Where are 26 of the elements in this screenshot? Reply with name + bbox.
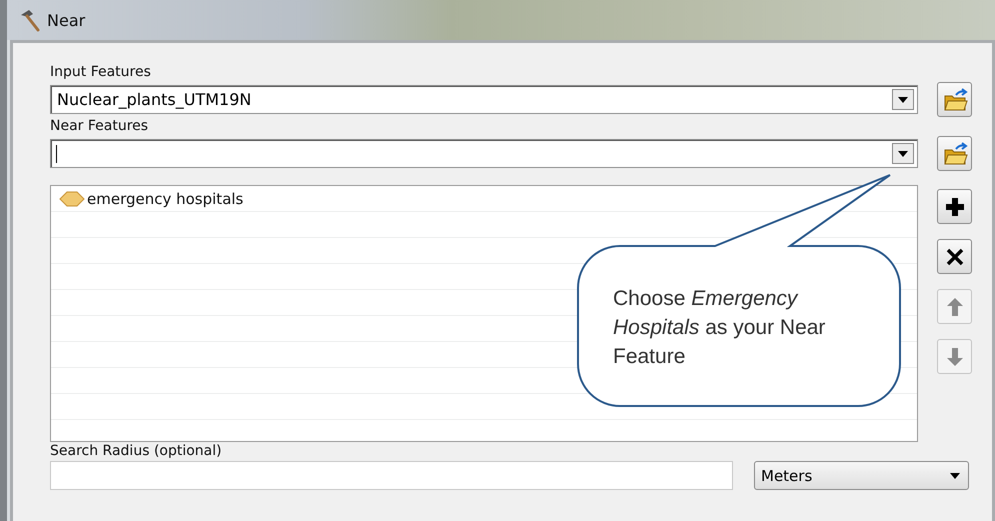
near-features-combo[interactable] — [50, 139, 918, 168]
close-icon — [944, 246, 964, 266]
caret-icon — [950, 472, 960, 478]
plus-icon — [944, 196, 964, 216]
layer-icon — [59, 191, 85, 207]
folder-icon — [942, 140, 968, 166]
callout-text: Choose Emergency Hospitals as your Near Feature — [613, 286, 826, 370]
field-label: Search Radius (optional) — [50, 442, 223, 461]
down-arrow-icon — [944, 346, 964, 366]
add-button[interactable] — [937, 189, 972, 224]
window-title: Near — [47, 10, 86, 30]
dropdown-button[interactable] — [892, 89, 914, 110]
dropdown-button[interactable] — [892, 143, 914, 164]
caret-icon — [898, 150, 908, 156]
browse-button[interactable] — [937, 82, 972, 117]
field-label: Input Features — [50, 63, 152, 82]
browse-button[interactable] — [937, 136, 972, 171]
input-features-combo[interactable]: Nuclear_plants_UTM19N — [50, 85, 918, 114]
unit-dropdown[interactable]: Meters — [754, 461, 969, 490]
field-label: Near Features — [50, 117, 150, 136]
folder-icon — [942, 86, 968, 112]
search-radius-field[interactable] — [50, 461, 733, 490]
list-item[interactable]: emergency hospitals — [51, 186, 917, 212]
remove-button[interactable] — [937, 239, 972, 274]
caret-icon — [898, 96, 908, 102]
up-arrow-icon — [944, 296, 964, 316]
